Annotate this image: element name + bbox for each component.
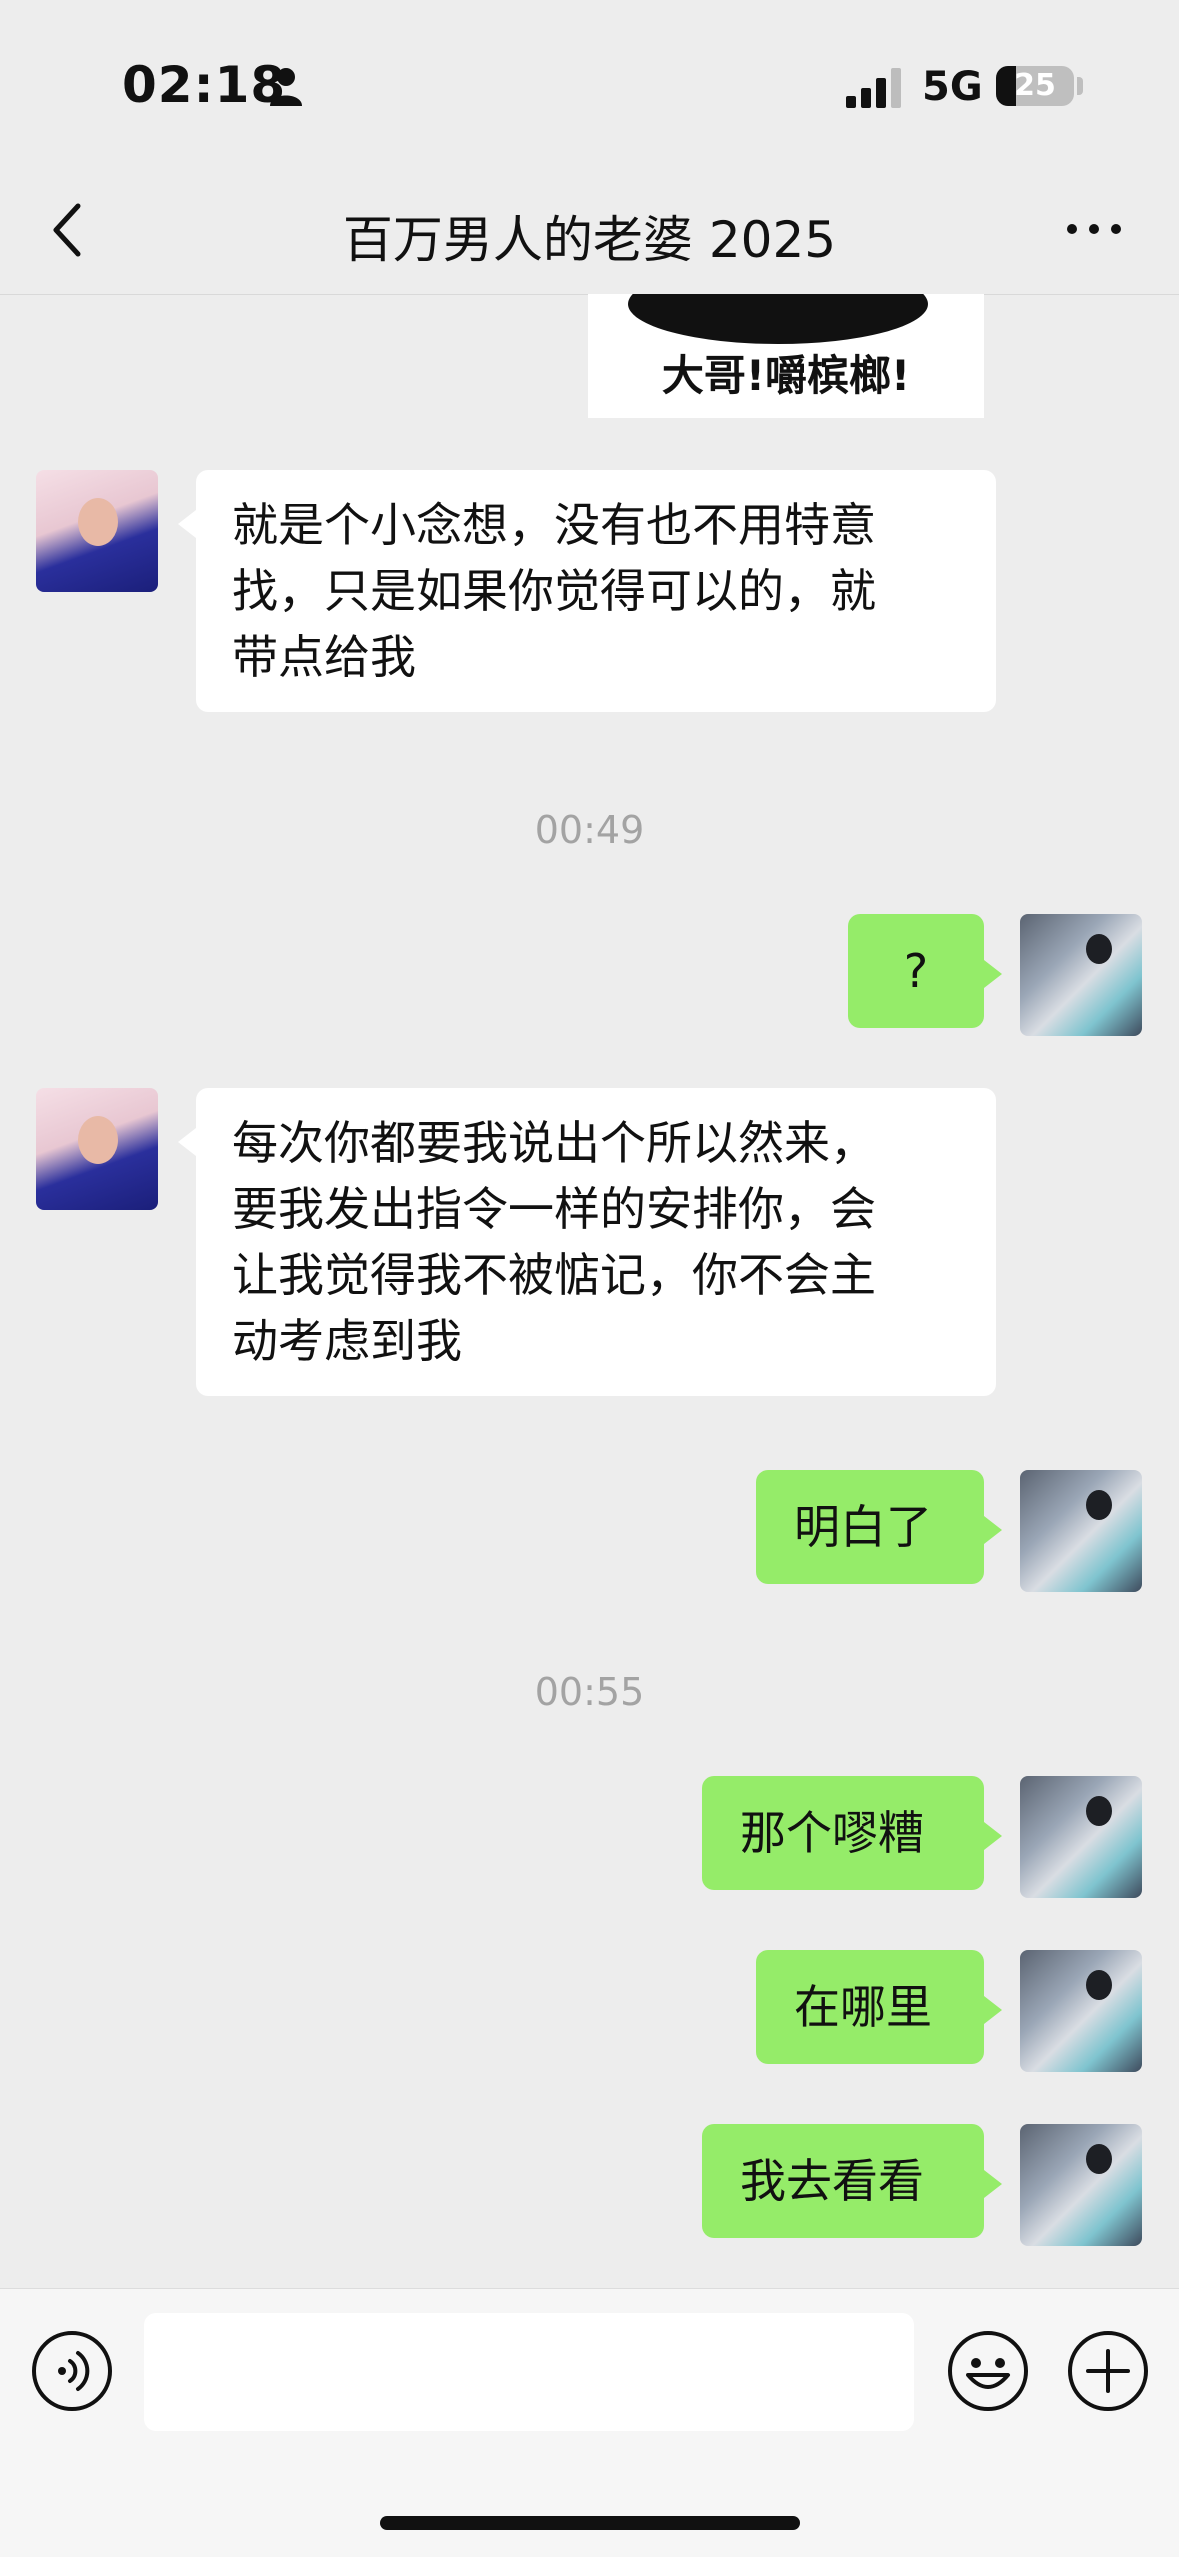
status-bar: 02:18 5G 25: [0, 0, 1179, 170]
message-text: 每次你都要我说出个所以然来， 要我发出指令一样的安排你，会 让我觉得我不被惦记，…: [232, 1116, 876, 1368]
contact-avatar[interactable]: [36, 1088, 158, 1210]
message-timestamp: 00:55: [534, 1670, 645, 1714]
chat-title: 百万男人的老婆 2025: [342, 211, 837, 269]
sticker-caption: 大哥!嚼槟榔!: [661, 351, 911, 400]
signal-icon: [846, 68, 901, 108]
message-bubble-outgoing[interactable]: 在哪里: [756, 1950, 1002, 2064]
message-text: ?: [903, 944, 929, 998]
my-avatar[interactable]: [1020, 914, 1142, 1036]
message-bubble-outgoing[interactable]: 那个嘐糟: [702, 1776, 1002, 1890]
battery-icon: 25: [996, 66, 1074, 106]
message-text: 那个嘐糟: [740, 1806, 924, 1860]
sticker-message[interactable]: 大哥!嚼槟榔!: [588, 294, 984, 418]
message-bubble-outgoing[interactable]: ?: [848, 914, 1002, 1028]
message-input[interactable]: [144, 2313, 914, 2431]
status-time: 02:18: [122, 56, 287, 114]
message-timestamp: 00:49: [534, 808, 645, 852]
my-avatar[interactable]: [1020, 2124, 1142, 2246]
sticker-image: [628, 294, 928, 344]
plus-icon[interactable]: [1066, 2329, 1150, 2413]
home-indicator: [380, 2516, 800, 2530]
more-dots-icon[interactable]: [1064, 214, 1124, 244]
network-type: 5G: [922, 64, 983, 110]
my-avatar[interactable]: [1020, 1776, 1142, 1898]
chat-header: 百万男人的老婆 2025: [0, 170, 1179, 295]
voice-icon[interactable]: [30, 2329, 114, 2413]
battery-cap: [1077, 77, 1083, 95]
message-text: 就是个小念想，没有也不用特意 找，只是如果你觉得可以的，就 带点给我: [232, 498, 876, 684]
message-text: 明白了: [794, 1500, 932, 1554]
message-bubble-incoming[interactable]: 就是个小念想，没有也不用特意 找，只是如果你觉得可以的，就 带点给我: [178, 470, 996, 712]
person-icon: [270, 68, 302, 106]
my-avatar[interactable]: [1020, 1950, 1142, 2072]
contact-avatar[interactable]: [36, 470, 158, 592]
my-avatar[interactable]: [1020, 1470, 1142, 1592]
message-text: 在哪里: [794, 1980, 932, 2034]
battery-level: 25: [1014, 68, 1056, 103]
message-bubble-outgoing[interactable]: 我去看看: [702, 2124, 1002, 2238]
chevron-left-icon[interactable]: [48, 198, 88, 262]
message-text: 我去看看: [740, 2154, 924, 2208]
message-bubble-outgoing[interactable]: 明白了: [756, 1470, 1002, 1584]
message-bubble-incoming[interactable]: 每次你都要我说出个所以然来， 要我发出指令一样的安排你，会 让我觉得我不被惦记，…: [178, 1088, 996, 1396]
emoji-icon[interactable]: [946, 2329, 1030, 2413]
